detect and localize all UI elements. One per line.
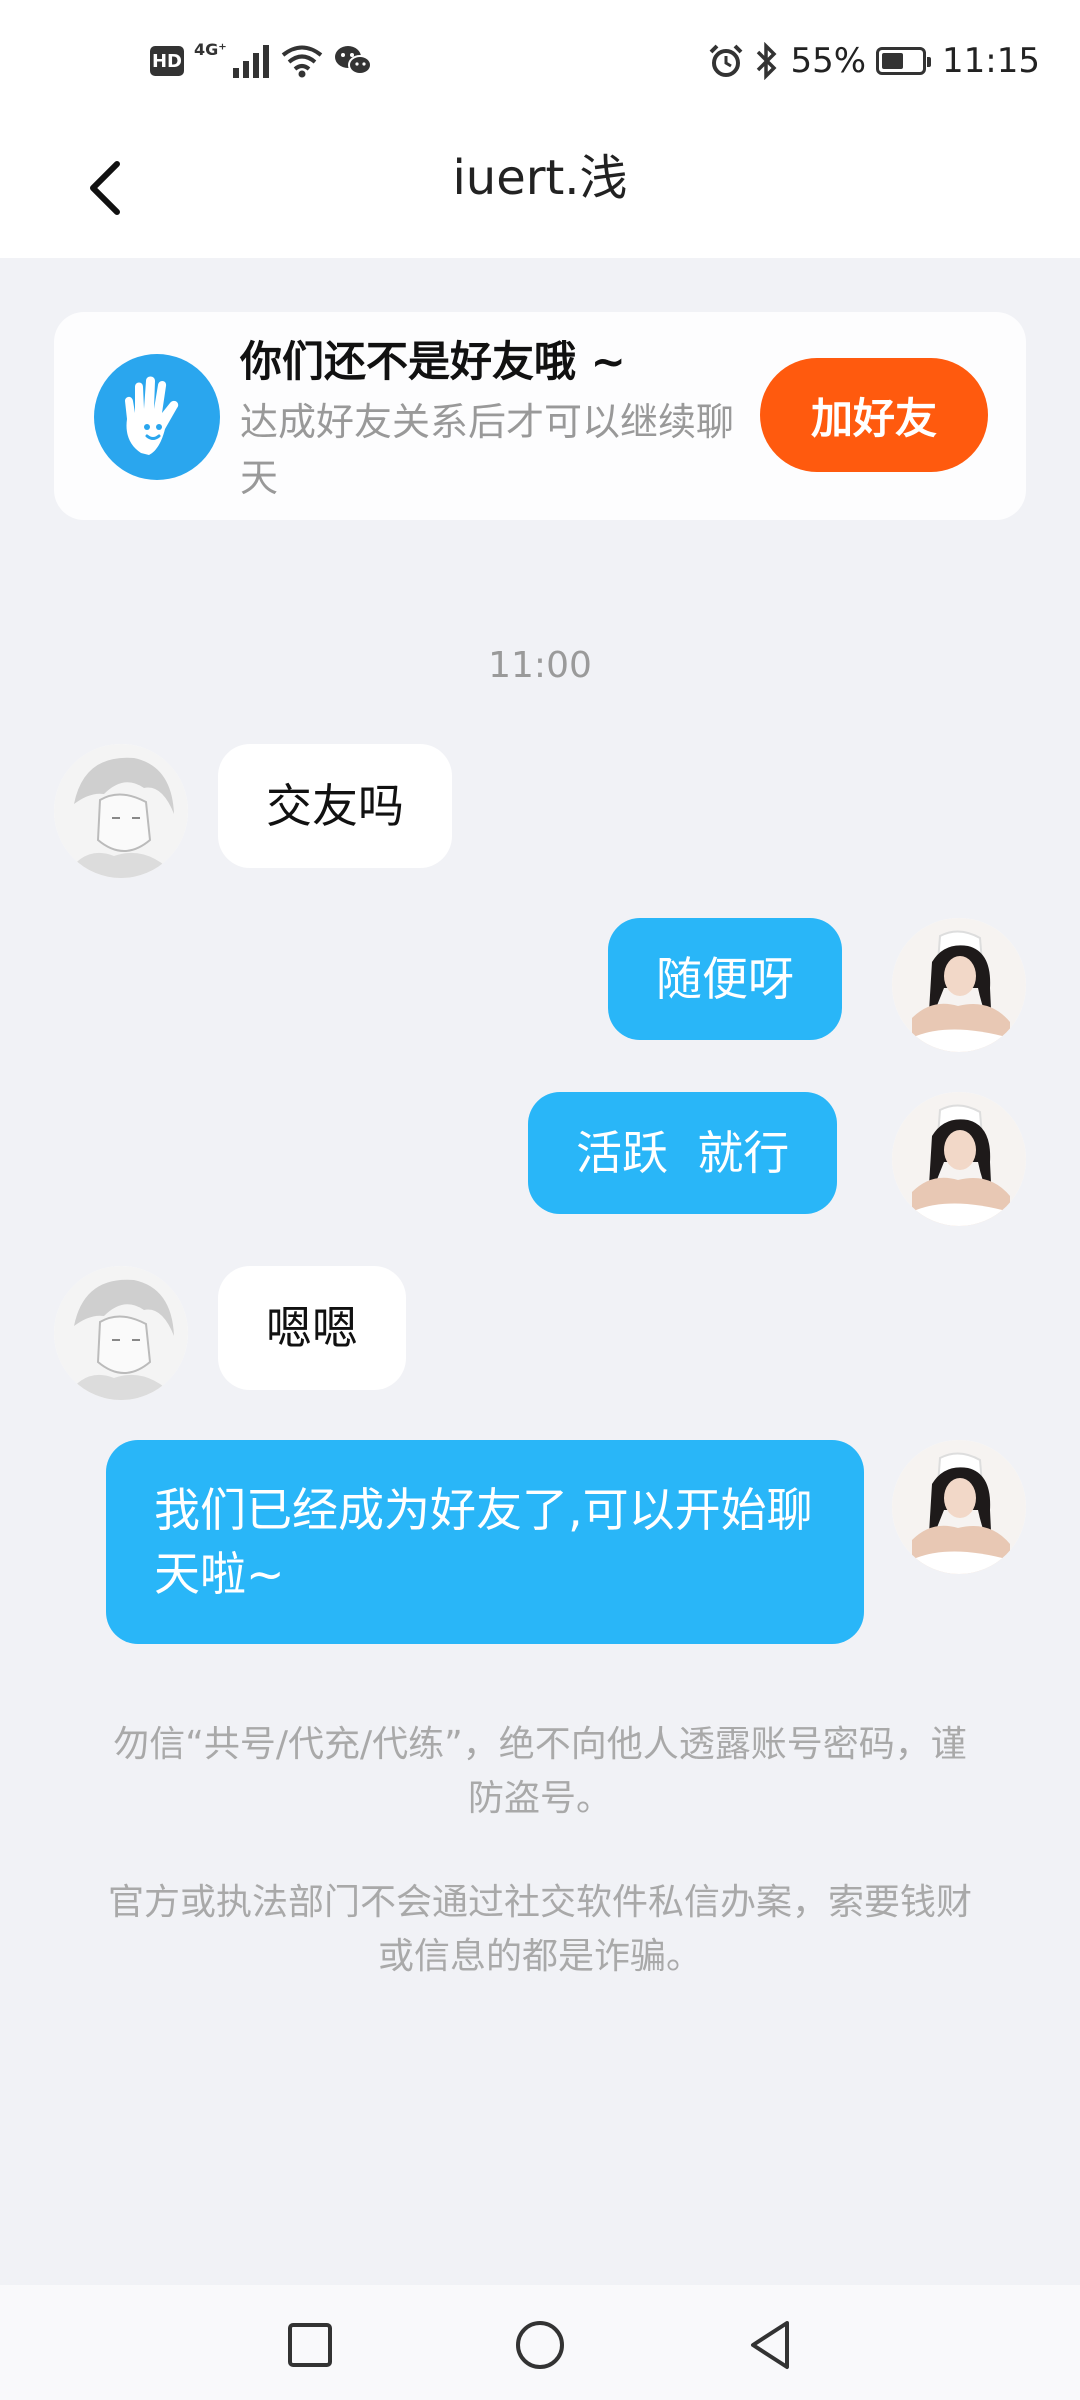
friend-notice-card: 你们还不是好友哦 ~ 达成好友关系后才可以继续聊天 加好友 <box>54 312 1026 520</box>
hd-badge: HD <box>150 46 184 76</box>
system-nav-bar <box>0 2285 1080 2400</box>
user-avatar[interactable] <box>892 918 1026 1052</box>
user-avatar[interactable] <box>892 1092 1026 1226</box>
message-bubble-incoming[interactable]: 嗯嗯 <box>218 1266 406 1390</box>
message-bubble-outgoing[interactable]: 随便呀 <box>608 918 842 1040</box>
notice-title: 你们还不是好友哦 ~ <box>240 337 626 386</box>
triangle-back-icon <box>751 2321 789 2369</box>
wechat-icon <box>334 46 372 75</box>
back-nav-button[interactable] <box>740 2315 800 2375</box>
security-warning: 勿信“共号/代充/代练”，绝不向他人透露账号密码，谨防盗号。 <box>113 1724 967 1819</box>
circle-icon <box>516 2321 564 2369</box>
bluetooth-icon <box>757 42 777 80</box>
battery-level <box>882 53 904 69</box>
user-avatar[interactable] <box>892 1440 1026 1574</box>
message-bubble-outgoing[interactable]: 活跃 就行 <box>528 1092 838 1214</box>
fraud-warning: 官方或执法部门不会通过社交软件私信办案，索要钱财或信息的都是诈骗。 <box>107 1882 972 1977</box>
clock: 11:15 <box>942 41 1040 81</box>
status-left: HD 4G⁺ <box>150 36 373 86</box>
home-button[interactable] <box>510 2315 570 2375</box>
signal-icon <box>232 45 269 78</box>
network-type: 4G⁺ <box>194 40 227 59</box>
battery-percent: 55% <box>790 41 867 81</box>
message-bubble-incoming[interactable]: 交友吗 <box>218 744 452 868</box>
square-icon <box>288 2323 332 2367</box>
contact-avatar[interactable] <box>54 744 188 878</box>
chat-timestamp: 11:00 <box>488 645 592 686</box>
contact-avatar[interactable] <box>54 1266 188 1400</box>
notice-subtitle: 达成好友关系后才可以继续聊天 <box>240 400 735 500</box>
recent-apps-button[interactable] <box>280 2315 340 2375</box>
chat-header: iuert.浅 <box>0 118 1080 258</box>
status-bar: HD 4G⁺ 55% 11:15 <box>0 0 1080 118</box>
alarm-icon <box>710 44 743 77</box>
page-title: iuert.浅 <box>452 150 628 206</box>
hand-wave-icon <box>94 354 220 480</box>
add-friend-button[interactable]: 加好友 <box>760 358 988 472</box>
message-bubble-outgoing[interactable]: 我们已经成为好友了,可以开始聊天啦~ <box>106 1440 864 1644</box>
status-right: 55% 11:15 <box>708 36 1040 86</box>
wifi-icon <box>281 45 322 78</box>
battery-icon <box>876 47 932 75</box>
